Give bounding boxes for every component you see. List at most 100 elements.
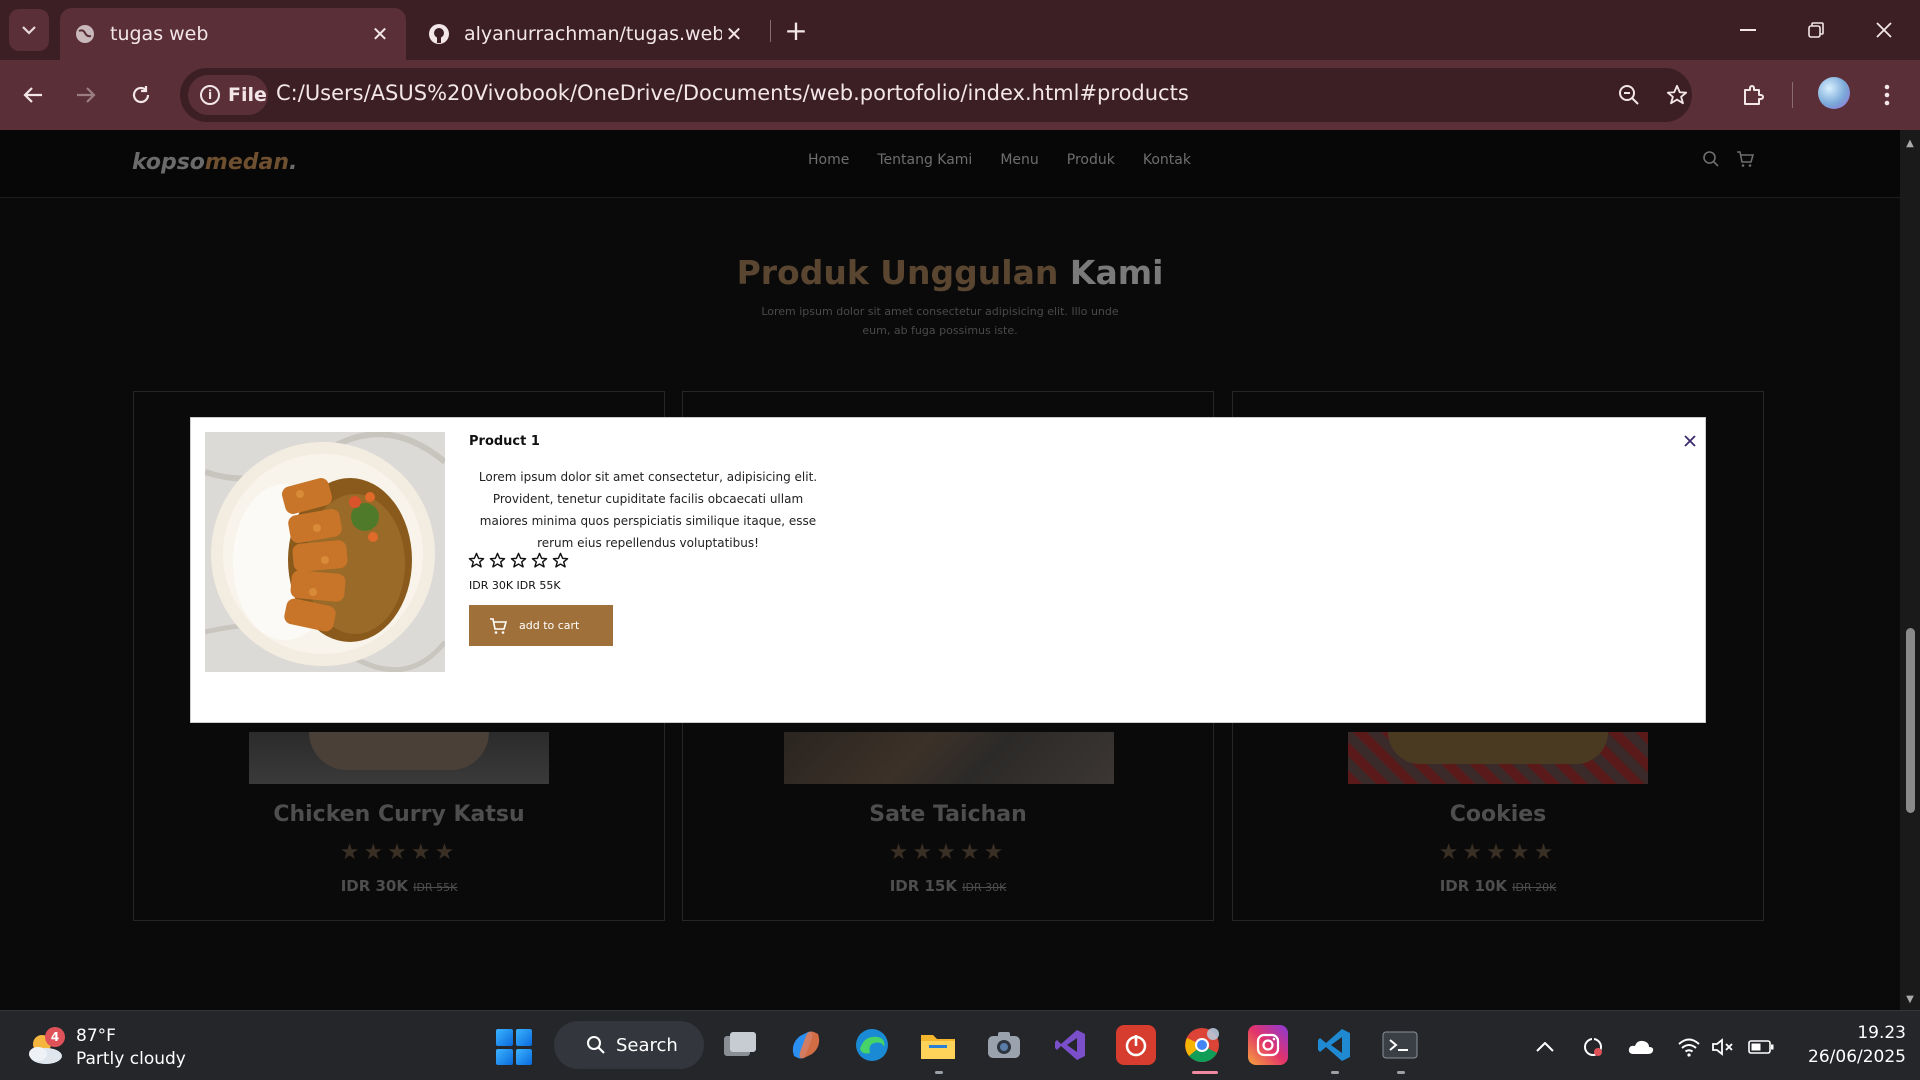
product-price: IDR 15K IDR 30K: [683, 877, 1213, 895]
back-arrow-icon: [23, 87, 42, 103]
search-label: Search: [616, 1034, 678, 1056]
site-navbar: kopsomedan. Home Tentang Kami Menu Produ…: [0, 130, 1900, 198]
tab-close-icon[interactable]: ✕: [722, 22, 746, 46]
x-icon: [1684, 435, 1696, 447]
product-name: Chicken Curry Katsu: [273, 802, 525, 827]
product-stars: ★★★★★: [888, 840, 1008, 865]
scroll-thumb[interactable]: [1906, 628, 1915, 813]
weather-condition: Partly cloudy: [76, 1049, 186, 1069]
product-name: Sate Taichan: [869, 802, 1027, 827]
copilot-icon[interactable]: [786, 1025, 826, 1065]
onedrive-icon[interactable]: [1628, 1035, 1654, 1059]
product-image: [784, 732, 1114, 784]
price-current: IDR 30K: [340, 877, 408, 895]
sync-icon[interactable]: [1580, 1035, 1606, 1059]
running-indicator: [935, 1071, 943, 1074]
price-old: IDR 20K: [1512, 881, 1557, 894]
tab-divider: [770, 20, 771, 42]
tab-github[interactable]: alyanurrachman/tugas.web.portofolio ✕: [414, 8, 760, 60]
back-button[interactable]: [14, 76, 52, 114]
nav-link-kontak[interactable]: Kontak: [1143, 152, 1191, 168]
scroll-up-icon[interactable]: ▲: [1903, 136, 1917, 150]
modal-rating: [468, 552, 569, 569]
add-to-cart-button[interactable]: add to cart: [469, 605, 613, 646]
modal-close-button[interactable]: [1679, 430, 1701, 452]
site-logo[interactable]: kopsomedan.: [132, 150, 297, 175]
add-to-cart-label: add to cart: [519, 619, 580, 632]
nav-link-menu[interactable]: Menu: [1000, 152, 1038, 168]
minimize-icon: [1740, 29, 1756, 31]
visual-studio-icon[interactable]: [1050, 1025, 1090, 1065]
active-indicator: [1192, 1071, 1218, 1074]
close-window-button[interactable]: [1850, 0, 1918, 60]
weather-badge: 4: [45, 1027, 65, 1047]
page-scrollbar[interactable]: ▲ ▼: [1900, 130, 1920, 1010]
star-outline-icon: [489, 552, 506, 568]
tab-close-icon[interactable]: ✕: [368, 22, 392, 46]
price-current: IDR 10K: [1439, 877, 1507, 895]
file-explorer-icon[interactable]: [918, 1025, 958, 1065]
reload-button[interactable]: [122, 76, 160, 114]
browser-menu-button[interactable]: [1868, 76, 1906, 114]
site-info-chip[interactable]: i File: [188, 75, 268, 115]
running-indicator: [1397, 1071, 1405, 1074]
new-tab-button[interactable]: +: [778, 12, 814, 48]
section-title-rest: Kami: [1069, 253, 1164, 292]
bookmark-button[interactable]: [1658, 76, 1696, 114]
battery-icon[interactable]: [1748, 1035, 1774, 1059]
camera-icon[interactable]: [984, 1025, 1024, 1065]
star-outline-icon: [510, 552, 527, 568]
section-title-accent: Produk Unggulan: [736, 253, 1059, 292]
system-clock[interactable]: 19.23 26/06/2025: [1796, 1021, 1906, 1069]
puzzle-icon: [1744, 85, 1764, 105]
zoom-button[interactable]: [1610, 76, 1648, 114]
wifi-icon[interactable]: [1676, 1035, 1702, 1059]
globe-icon: [74, 23, 96, 45]
minimize-button[interactable]: [1714, 0, 1782, 60]
weather-widget[interactable]: 4 87°F Partly cloudy: [26, 1025, 186, 1071]
address-bar[interactable]: i File C:/Users/ASUS%20Vivobook/OneDrive…: [180, 68, 1692, 122]
task-view-icon[interactable]: [720, 1025, 760, 1065]
vscode-icon[interactable]: [1314, 1025, 1354, 1065]
speaker-muted-icon[interactable]: [1710, 1035, 1736, 1059]
cart-icon[interactable]: [1736, 150, 1754, 168]
terminal-icon[interactable]: [1380, 1025, 1420, 1065]
product-price: IDR 30K IDR 55K: [134, 877, 664, 895]
cart-icon: [490, 617, 507, 634]
product-stars: ★★★★★: [339, 840, 459, 865]
edge-icon[interactable]: [852, 1025, 892, 1065]
tab-search-button[interactable]: [9, 9, 49, 51]
search-icon[interactable]: [1702, 150, 1720, 168]
url-text[interactable]: C:/Users/ASUS%20Vivobook/OneDrive/Docume…: [276, 81, 1189, 105]
start-button[interactable]: [496, 1029, 532, 1065]
site-menu: Home Tentang Kami Menu Produk Kontak: [808, 152, 1191, 168]
taskbar-search[interactable]: Search: [554, 1021, 704, 1069]
nav-link-tentang-kami[interactable]: Tentang Kami: [877, 152, 972, 168]
extensions-button[interactable]: [1734, 76, 1772, 114]
weather-temp: 87°F: [76, 1026, 116, 1046]
nav-link-home[interactable]: Home: [808, 152, 849, 168]
site-info-label: File: [228, 84, 267, 106]
forward-button[interactable]: [67, 76, 105, 114]
product-detail-modal: Product 1 Lorem ipsum dolor sit amet con…: [190, 417, 1706, 723]
power-app-icon[interactable]: [1116, 1025, 1156, 1065]
instagram-icon[interactable]: [1248, 1025, 1288, 1065]
restore-button[interactable]: [1782, 0, 1850, 60]
running-indicator: [1331, 1071, 1339, 1074]
chrome-icon[interactable]: [1182, 1025, 1222, 1065]
info-icon: i: [200, 85, 220, 105]
nav-link-produk[interactable]: Produk: [1067, 152, 1115, 168]
section-description: Lorem ipsum dolor sit amet consectetur a…: [761, 305, 1119, 337]
chevron-down-icon: [22, 26, 36, 35]
profile-avatar[interactable]: [1818, 77, 1850, 109]
tab-bar: tugas web ✕ alyanurrachman/tugas.web.por…: [0, 0, 1920, 60]
more-vertical-icon: [1884, 84, 1890, 106]
chevron-up-icon[interactable]: [1532, 1035, 1558, 1059]
modal-product-image: [205, 432, 445, 672]
logo-part2: medan: [204, 150, 290, 175]
price-old: IDR 30K: [962, 881, 1007, 894]
scroll-down-icon[interactable]: ▼: [1903, 992, 1917, 1006]
tab-tugas-web[interactable]: tugas web ✕: [60, 8, 406, 60]
close-icon: [1876, 22, 1892, 38]
logo-dot: .: [289, 150, 298, 175]
